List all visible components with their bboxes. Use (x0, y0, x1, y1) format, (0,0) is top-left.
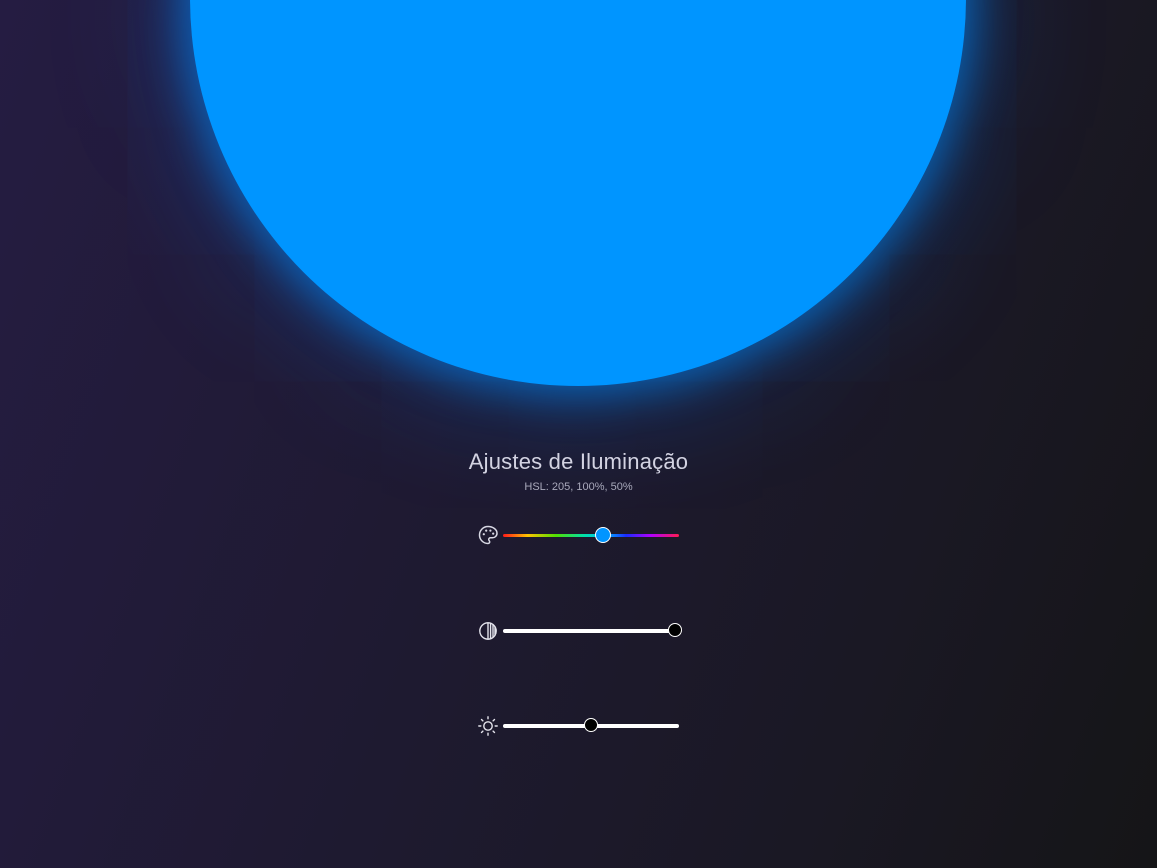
hue-track (503, 533, 679, 537)
palette-icon (476, 523, 500, 547)
hue-control (476, 523, 686, 547)
lightness-slider-thumb[interactable] (584, 718, 598, 732)
saturation-control (476, 619, 686, 643)
hsl-readout: HSL: 205, 100%, 50% (524, 481, 633, 493)
panel-title: Ajustes de Iluminação (468, 449, 689, 474)
sun-icon (476, 714, 500, 738)
hue-slider-thumb[interactable] (594, 527, 611, 543)
contrast-icon (476, 619, 500, 643)
hue-slider[interactable] (503, 527, 679, 543)
saturation-slider-thumb[interactable] (668, 623, 682, 637)
light-preview-orb (190, 0, 966, 386)
saturation-slider[interactable] (503, 623, 682, 637)
saturation-track (503, 629, 679, 633)
lightness-control (476, 714, 686, 738)
lightness-slider[interactable] (503, 718, 679, 732)
